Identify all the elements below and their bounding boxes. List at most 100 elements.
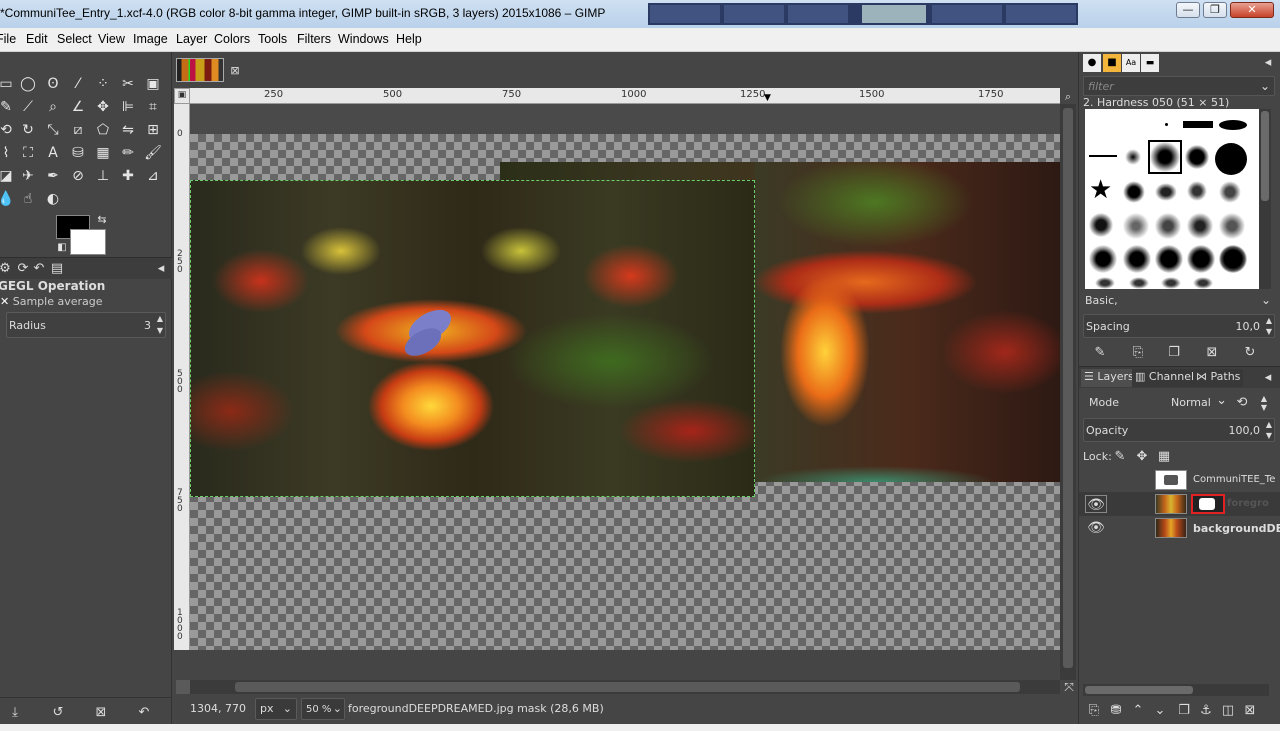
smudge-icon[interactable]: ☝ — [18, 189, 38, 209]
duplicate-layer-icon[interactable]: ❐ — [1175, 702, 1193, 720]
airbrush-icon[interactable]: ✈ — [18, 166, 38, 186]
menu-select[interactable]: Select — [57, 32, 92, 46]
handle-transform-icon[interactable]: ⛶ — [18, 143, 38, 163]
clone-icon[interactable]: ⊥ — [93, 166, 113, 186]
menu-layer[interactable]: Layer — [176, 32, 207, 46]
horizontal-scrollbar[interactable] — [190, 680, 1060, 694]
dodge-burn-icon[interactable]: ◐ — [43, 189, 63, 209]
delete-layer-icon[interactable]: ⊠ — [1241, 702, 1259, 720]
close-image-tab-icon[interactable]: ⊠ — [226, 62, 244, 80]
delete-brush-icon[interactable]: ⊠ — [1203, 344, 1221, 362]
fonts-tab-icon[interactable]: Aa — [1122, 54, 1140, 72]
brush-grid[interactable]: ★ — [1085, 109, 1261, 289]
warp-icon[interactable]: ⌇ — [0, 143, 16, 163]
brush-item[interactable] — [1155, 245, 1183, 273]
brush-item[interactable] — [1219, 120, 1247, 130]
menu-view[interactable]: View — [98, 32, 125, 46]
background-color-swatch[interactable] — [70, 229, 106, 255]
align-icon[interactable]: ⊫ — [118, 97, 138, 117]
zoom-image-icon[interactable]: ⌕ — [1059, 88, 1077, 106]
foreground-select-icon[interactable]: ▣ — [143, 74, 163, 94]
brush-item[interactable] — [1187, 181, 1207, 201]
menu-edit[interactable]: Edit — [26, 32, 48, 46]
vertical-scroll-thumb[interactable] — [1063, 108, 1073, 668]
ink-icon[interactable]: ✒ — [43, 166, 63, 186]
layers-panel-menu-icon[interactable]: ◂ — [1259, 369, 1277, 387]
brush-scroll-thumb[interactable] — [1261, 111, 1269, 201]
new-brush-icon[interactable]: ⎘ — [1129, 344, 1147, 362]
blur-icon[interactable]: 💧 — [0, 189, 16, 209]
brush-preset-select[interactable]: Basic, ⌄ — [1083, 291, 1275, 311]
menu-help[interactable]: Help — [396, 32, 422, 46]
scale-icon[interactable]: ⤡ — [43, 120, 63, 140]
brush-grid-scrollbar[interactable] — [1259, 109, 1271, 289]
layer-mask-thumbnail[interactable] — [1191, 494, 1225, 514]
close-button[interactable]: ✕ — [1230, 2, 1274, 18]
brush-item-selected[interactable] — [1148, 140, 1182, 174]
brush-item[interactable] — [1089, 213, 1113, 237]
spacing-stepper-icon[interactable]: ▲ ▼ — [1266, 315, 1272, 337]
images-tab-icon[interactable]: ▤ — [48, 260, 66, 278]
swap-colors-icon[interactable]: ⇆ — [92, 210, 112, 230]
eraser-icon[interactable]: ◪ — [0, 166, 16, 186]
rect-select-icon[interactable]: ▭ — [0, 74, 16, 94]
brush-item[interactable] — [1125, 149, 1141, 165]
brush-item[interactable] — [1089, 245, 1117, 273]
mask-layer-icon[interactable]: ◫ — [1219, 702, 1237, 720]
mode-stepper-icon[interactable]: ▲ ▼ — [1255, 394, 1273, 412]
paths-icon[interactable]: ✎ — [0, 97, 16, 117]
flip-icon[interactable]: ⇋ — [118, 120, 138, 140]
sample-average-option[interactable]: ✕ Sample average — [0, 295, 103, 308]
menu-colors[interactable]: Colors — [214, 32, 250, 46]
rotate-icon[interactable]: ↻ — [18, 120, 38, 140]
document-history-tab-icon[interactable]: ▬ — [1141, 54, 1159, 72]
eye-icon[interactable]: 👁 — [1085, 519, 1107, 537]
menu-tools[interactable]: Tools — [258, 32, 287, 46]
brushes-panel-menu-icon[interactable]: ◂ — [1259, 54, 1277, 72]
default-colors-icon[interactable]: ◧ — [52, 238, 72, 258]
brush-item[interactable] — [1165, 123, 1168, 126]
crop-icon[interactable]: ⌗ — [143, 97, 163, 117]
brush-item[interactable] — [1187, 245, 1215, 273]
zoom-icon[interactable]: ⌕ — [43, 97, 63, 117]
panel-menu-icon[interactable]: ◂ — [152, 260, 170, 278]
menu-filters[interactable]: Filters — [297, 32, 331, 46]
restore-options-icon[interactable]: ↺ — [49, 704, 67, 722]
lock-position-icon[interactable]: ✥ — [1133, 448, 1151, 466]
ellipse-select-icon[interactable]: ◯ — [18, 74, 38, 94]
zoom-select[interactable]: 50 % ⌄ — [301, 698, 345, 720]
free-select-icon[interactable]: ʘ — [43, 74, 63, 94]
menu-image[interactable]: Image — [133, 32, 168, 46]
menu-file[interactable]: File — [0, 32, 16, 46]
paintbrush-icon[interactable]: 🖌 — [143, 143, 163, 163]
vertical-scrollbar[interactable]: ⌕ — [1060, 90, 1076, 680]
radius-stepper-icon[interactable]: ▲ ▼ — [157, 313, 163, 337]
layer-row[interactable]: 👁 backgroundDE — [1079, 516, 1280, 540]
text-icon[interactable]: A — [43, 143, 63, 163]
mypaint-brush-icon[interactable]: ⊘ — [68, 166, 88, 186]
lower-layer-icon[interactable]: ⌄ — [1151, 702, 1169, 720]
brush-item[interactable] — [1183, 121, 1213, 128]
save-options-icon[interactable]: ⤓ — [6, 704, 24, 722]
layers-scroll-thumb[interactable] — [1085, 686, 1193, 694]
brushes-tab-icon[interactable]: ● — [1083, 54, 1101, 72]
tool-options-tab-icon[interactable]: ⚙ — [0, 260, 14, 278]
brush-item[interactable] — [1219, 245, 1247, 273]
lock-pixels-icon[interactable]: ✎ — [1111, 448, 1129, 466]
measure-icon[interactable]: ∠ — [68, 97, 88, 117]
brush-item[interactable] — [1219, 213, 1245, 239]
tab-paths[interactable]: ⋈ Paths — [1193, 369, 1244, 387]
unit-select[interactable]: px ⌄ — [255, 698, 297, 720]
layer-row[interactable]: CommuniTEE_Te — [1079, 468, 1280, 492]
duplicate-brush-icon[interactable]: ❐ — [1165, 344, 1183, 362]
raise-layer-icon[interactable]: ⌃ — [1129, 702, 1147, 720]
brush-item[interactable] — [1161, 277, 1181, 289]
menu-windows[interactable]: Windows — [338, 32, 389, 46]
brush-item[interactable] — [1089, 155, 1117, 157]
brush-item[interactable] — [1215, 143, 1247, 175]
color-select-icon[interactable]: ⁘ — [93, 74, 113, 94]
image-canvas[interactable] — [190, 104, 1060, 650]
heal-icon[interactable]: ✚ — [118, 166, 138, 186]
layer-row-selected[interactable]: 👁 foregro — [1079, 492, 1280, 516]
spacing-field[interactable]: Spacing 10,0 ▲ ▼ — [1083, 314, 1275, 338]
